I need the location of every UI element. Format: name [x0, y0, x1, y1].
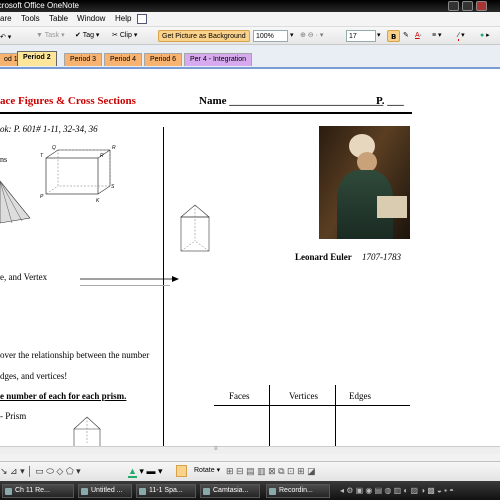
help-icon[interactable]: [137, 14, 147, 24]
task-button[interactable]: ▼ Task ▾: [36, 30, 65, 42]
select-tool-icon[interactable]: [176, 465, 187, 477]
taskbar-item[interactable]: Ch 11 Re...: [2, 484, 74, 498]
table-header: Vertices: [289, 391, 318, 401]
task-label: Task: [44, 32, 60, 39]
horizontal-scrollbar[interactable]: ≡: [0, 446, 500, 454]
page-title: ace Figures & Cross Sections: [0, 95, 136, 107]
triangular-prism-figure: [180, 204, 210, 252]
menu-table[interactable]: Table: [49, 14, 68, 23]
taskbar-item[interactable]: Camtasia...: [200, 484, 260, 498]
header-rule: [0, 112, 412, 114]
bold-icon[interactable]: B: [387, 30, 401, 42]
euler-portrait: [319, 126, 410, 239]
windows-taskbar: Ch 11 Re... Untitled ... 11-1 Spa... Cam…: [0, 481, 500, 500]
table-header: Edges: [349, 391, 371, 401]
pen-icon[interactable]: ∕ ▾: [458, 30, 465, 42]
menu-bar: are Tools Table Window Help: [0, 12, 500, 27]
period-label: P. ___: [376, 95, 404, 107]
zoom-dropdown-icon[interactable]: ▾: [290, 30, 294, 42]
vertex-label: R: [100, 153, 104, 159]
title-bar: icrosoft Office OneNote: [0, 0, 500, 12]
clip-button[interactable]: ✂ Clip ▾: [112, 30, 137, 42]
drawing-toolbar: ↘ ⊿ ▾ │ ▭ ⬭ ◇ ⬠ ▾ ▲ ▾ ▬ ▾ Rotate ▾ ⊞ ⊟ ▤…: [0, 461, 500, 481]
maximize-button[interactable]: [462, 1, 473, 11]
align-icon[interactable]: ≡ ▾: [432, 30, 442, 42]
minimize-button[interactable]: [448, 1, 459, 11]
edges-text: dges, and vertices!: [0, 371, 68, 381]
euler-name: Leonard Euler: [295, 252, 352, 262]
menu-tools[interactable]: Tools: [21, 14, 40, 23]
fill-color-icon[interactable]: ▲ ▾ ▬ ▾: [128, 466, 162, 478]
relationship-text: over the relationship between the number: [0, 350, 150, 360]
taskbar-item[interactable]: Recordin...: [266, 484, 330, 498]
rotate-label: Rotate: [194, 467, 215, 474]
zoom-select[interactable]: 100%: [253, 30, 288, 42]
menu-share[interactable]: are: [0, 14, 12, 23]
tab-per-4-integration[interactable]: Per 4 - Integration: [184, 53, 253, 66]
menu-window[interactable]: Window: [77, 14, 105, 23]
fragment-text: ns: [0, 155, 8, 164]
instruction-text: e number of each for each prism.: [0, 391, 127, 401]
window-title: icrosoft Office OneNote: [0, 1, 79, 10]
system-tray-icons[interactable]: ◂ ⚙ ▣ ◉ ▤ ◍ ▥ ◐ ▨ ◑ ▩ ◒ ▪ ◓: [340, 486, 454, 495]
section-tabs: od 1 Period 2 Period 3 Period 4 Period 6…: [0, 45, 500, 67]
tag-label: Tag: [82, 32, 94, 39]
cube-figure: Q R R T S P K: [40, 145, 116, 204]
arrange-icons[interactable]: ⊞ ⊟ ▤ ▥ ⊠ ⧉ ⊡ ⊞ ◪: [226, 466, 316, 477]
table-header: Faces: [229, 391, 250, 401]
drawing-tools-icons[interactable]: ↘ ⊿ ▾ │ ▭ ⬭ ◇ ⬠ ▾: [0, 466, 81, 477]
close-button[interactable]: [476, 1, 487, 11]
pyramid-figure: [0, 180, 31, 224]
column-divider: [163, 127, 164, 447]
vertex-label: S: [111, 184, 115, 190]
menu-help[interactable]: Help: [115, 14, 131, 23]
picture-background-button[interactable]: Get Picture as Background: [158, 30, 250, 42]
euler-years: 1707-1783: [362, 252, 401, 262]
tab-period-6[interactable]: Period 6: [144, 53, 183, 66]
vertex-text: e, and Vertex: [0, 272, 48, 282]
prism-text: - Prism: [0, 411, 27, 421]
font-size-dropdown-icon[interactable]: ▾: [377, 30, 381, 42]
color-picker-icon[interactable]: ● ▸: [480, 30, 490, 42]
vertex-label: Q: [52, 145, 56, 151]
vertex-label: T: [40, 153, 44, 159]
tag-button[interactable]: ✔ Tag ▾: [75, 30, 99, 42]
tab-period-3[interactable]: Period 3: [64, 53, 103, 66]
taskbar-item[interactable]: Untitled ...: [78, 484, 132, 498]
tab-period-4[interactable]: Period 4: [104, 53, 143, 66]
notebook-page: ace Figures & Cross Sections Name ______…: [0, 67, 500, 449]
name-label: Name ____________________________: [199, 95, 384, 107]
vertex-label: P: [40, 194, 44, 200]
tab-period-2[interactable]: Period 2: [17, 51, 57, 66]
font-size-select[interactable]: 17: [346, 30, 376, 42]
vertex-label: K: [96, 198, 100, 204]
undo-icon[interactable]: ↶ ▾: [0, 33, 11, 41]
page-footer: [0, 454, 500, 461]
scroll-grip-icon[interactable]: ≡: [214, 446, 218, 452]
taskbar-item[interactable]: 11-1 Spa...: [136, 484, 196, 498]
clip-label: Clip: [119, 32, 132, 39]
assignment-text: ok: P. 601# 1-11, 32-34, 36: [0, 124, 98, 134]
zoom-controls-icon[interactable]: ⊕ ⊖ · ▾: [300, 30, 323, 42]
prism-figure: [73, 416, 101, 449]
arrow-icon: [80, 276, 179, 282]
font-color-icon[interactable]: A·: [415, 30, 422, 42]
toolbar: ↶ ▾ ▼ Task ▾ ✔ Tag ▾ ✂ Clip ▾ Get Pictur…: [0, 27, 500, 45]
rotate-button[interactable]: Rotate ▾: [194, 466, 220, 474]
vertex-label: R: [112, 145, 116, 151]
highlight-icon[interactable]: ✎: [403, 30, 409, 42]
